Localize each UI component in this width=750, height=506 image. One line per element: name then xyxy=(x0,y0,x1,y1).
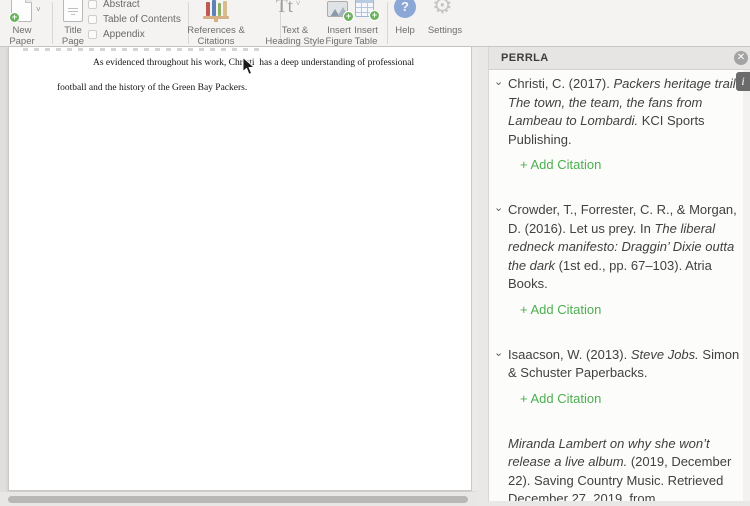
table-of-contents-checkbox[interactable] xyxy=(88,14,97,24)
add-citation-button[interactable]: + Add Citation xyxy=(520,157,736,172)
chevron-down-icon[interactable]: ⌄ xyxy=(494,201,503,214)
citation-text: Christi, C. (2017). Packers heritage tra… xyxy=(508,76,740,147)
help-label: Help xyxy=(395,25,415,36)
toolbar: + ˅ New Paper Title Page Abstract Table … xyxy=(0,0,750,47)
mouse-cursor-icon xyxy=(242,56,256,81)
document-page[interactable]: As evidenced throughout his work, Christ… xyxy=(8,47,472,491)
document-text-line: football and the history of the Green Ba… xyxy=(57,83,248,93)
help-icon: ? xyxy=(394,0,416,18)
appendix-label: Appendix xyxy=(103,28,145,40)
vertical-scrollbar-track[interactable] xyxy=(472,47,478,491)
toolbar-divider xyxy=(387,2,388,44)
citation-list: ⌄ Christi, C. (2017). Packers heritage tr… xyxy=(489,70,750,501)
references-sidebar: PERRLA ✕ ⌄ Christi, C. (2017). Packers he… xyxy=(488,47,750,501)
toolbar-divider xyxy=(52,2,53,44)
horizontal-scrollbar-track[interactable] xyxy=(0,492,478,506)
citation-entry: ⌄ Crowder, T., Forrester, C. R., & Morgan… xyxy=(494,201,737,317)
checkbox-row-toc[interactable]: Table of Contents xyxy=(88,13,181,25)
title-page-label: Title Page xyxy=(61,25,85,47)
plus-badge-icon: + xyxy=(343,11,354,22)
citation-entry: ⌄ Christi, C. (2017). Packers heritage tr… xyxy=(494,75,739,172)
abstract-checkbox[interactable] xyxy=(88,0,97,9)
citation-text: Crowder, T., Forrester, C. R., & Morgan,… xyxy=(508,202,737,291)
text-heading-style-label: Text & Heading Style xyxy=(265,25,325,47)
citation-entry: Miranda Lambert on why she won’t release… xyxy=(494,435,736,502)
clipped-text-remnant xyxy=(23,48,263,51)
sidebar-title: PERRLA xyxy=(501,52,549,64)
gear-icon: ⚙ xyxy=(432,0,453,19)
horizontal-scrollbar-thumb[interactable] xyxy=(8,496,468,503)
citation-info-tab[interactable]: i xyxy=(736,72,750,91)
title-page-icon xyxy=(63,0,83,22)
plus-badge-icon: + xyxy=(369,10,380,21)
perrla-app-window: + ˅ New Paper Title Page Abstract Table … xyxy=(0,0,750,506)
references-citations-label: References & Citations xyxy=(187,25,245,47)
chevron-down-icon[interactable]: ⌄ xyxy=(494,75,503,88)
citation-entry: ⌄ Isaacson, W. (2013). Steve Jobs. Simon … xyxy=(494,346,739,406)
plus-badge-icon: + xyxy=(9,12,20,23)
chevron-down-icon[interactable]: ˅ xyxy=(36,5,41,14)
checkbox-row-appendix[interactable]: Appendix xyxy=(88,28,145,40)
document-pane: As evidenced throughout his work, Christ… xyxy=(0,47,478,506)
abstract-label: Abstract xyxy=(103,0,140,10)
add-citation-button[interactable]: + Add Citation xyxy=(520,302,736,317)
table-of-contents-label: Table of Contents xyxy=(103,13,181,25)
settings-label: Settings xyxy=(427,25,463,36)
chevron-down-icon[interactable]: ⌄ xyxy=(494,346,503,359)
close-icon[interactable]: ✕ xyxy=(734,51,748,65)
sidebar-header: PERRLA ✕ xyxy=(489,47,750,70)
sidebar-scrollbar-track[interactable] xyxy=(743,70,750,501)
appendix-checkbox[interactable] xyxy=(88,29,97,39)
new-paper-icon: + xyxy=(9,0,32,23)
insert-table-label: Insert Table xyxy=(354,25,378,47)
text-style-icon: Tt ˅ xyxy=(276,0,301,17)
bookshelf-icon xyxy=(203,0,229,22)
chevron-down-icon[interactable]: ˅ xyxy=(296,0,301,8)
checkbox-row-abstract[interactable]: Abstract xyxy=(88,0,140,10)
new-paper-label: New Paper xyxy=(9,25,35,47)
citation-text: Isaacson, W. (2013). Steve Jobs. Simon &… xyxy=(508,346,740,381)
add-citation-button[interactable]: + Add Citation xyxy=(520,391,736,406)
citation-text: Miranda Lambert on why she won’t release… xyxy=(508,435,732,502)
